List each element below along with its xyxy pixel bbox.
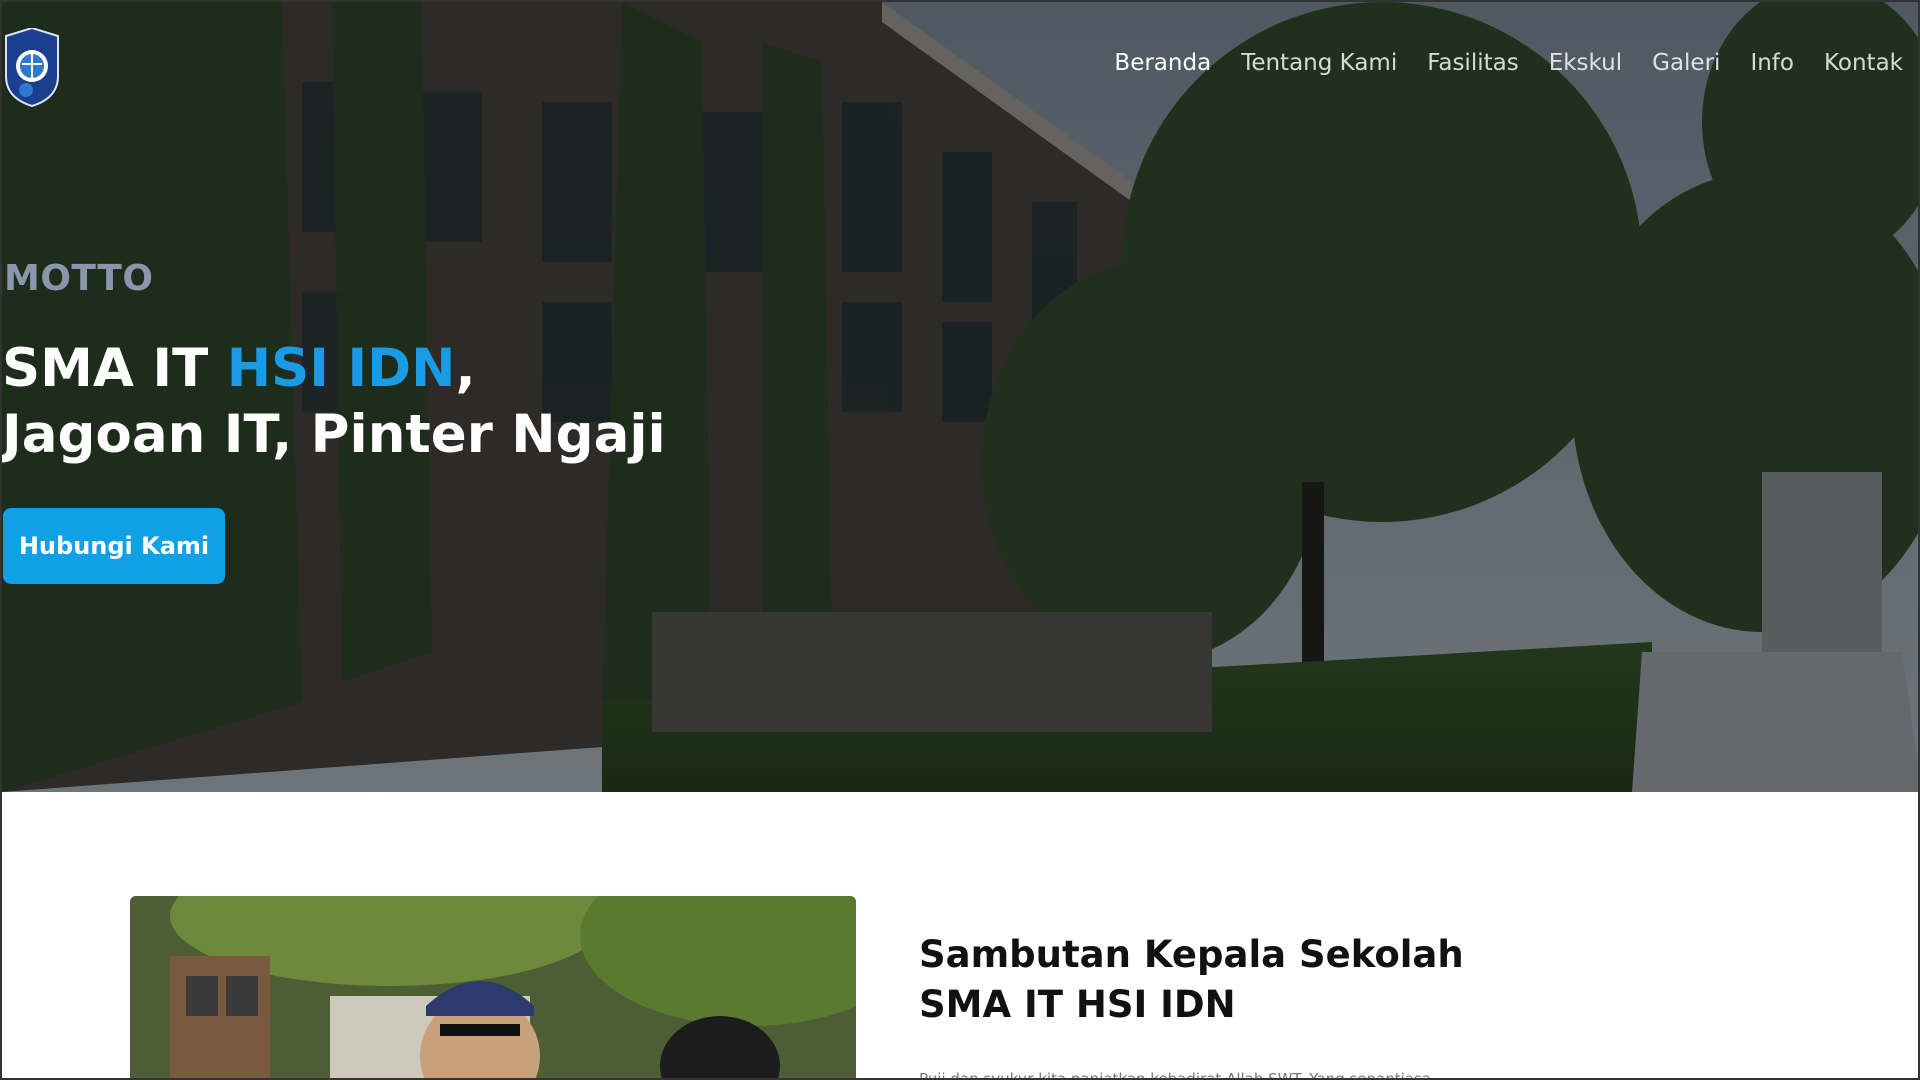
nav-item-galeri[interactable]: Galeri: [1637, 50, 1735, 76]
hero-section: Beranda Tentang Kami Fasilitas Ekskul Ga…: [2, 2, 1918, 792]
headline-prefix: SMA IT: [2, 338, 227, 399]
nav-item-info[interactable]: Info: [1735, 50, 1809, 76]
nav-item-kontak[interactable]: Kontak: [1809, 50, 1918, 76]
main-nav: Beranda Tentang Kami Fasilitas Ekskul Ga…: [1099, 50, 1918, 76]
nav-item-beranda[interactable]: Beranda: [1099, 50, 1226, 76]
headline-suffix: ,: [455, 338, 476, 399]
welcome-title: Sambutan Kepala Sekolah SMA IT HSI IDN: [919, 930, 1464, 1030]
school-shield-logo-icon: [5, 26, 59, 108]
welcome-body-text: Puji dan syukur kita panjatkan kehadirat…: [919, 1070, 1451, 1080]
headline-line2: Jagoan IT, Pinter Ngaji: [2, 404, 666, 465]
nav-item-ekskul[interactable]: Ekskul: [1534, 50, 1637, 76]
headline-accent: HSI IDN: [226, 338, 456, 399]
motto-label: MOTTO: [4, 258, 154, 299]
welcome-title-line1: Sambutan Kepala Sekolah: [919, 933, 1464, 976]
nav-item-fasilitas[interactable]: Fasilitas: [1412, 50, 1533, 76]
hero-headline: SMA IT HSI IDN, Jagoan IT, Pinter Ngaji: [2, 336, 666, 468]
school-logo[interactable]: [2, 26, 62, 108]
contact-us-button[interactable]: Hubungi Kami: [3, 508, 225, 584]
page: Beranda Tentang Kami Fasilitas Ekskul Ga…: [0, 0, 1920, 1080]
nav-item-tentang-kami[interactable]: Tentang Kami: [1226, 50, 1412, 76]
principal-photo: [130, 896, 856, 1078]
welcome-title-line2: SMA IT HSI IDN: [919, 983, 1236, 1026]
